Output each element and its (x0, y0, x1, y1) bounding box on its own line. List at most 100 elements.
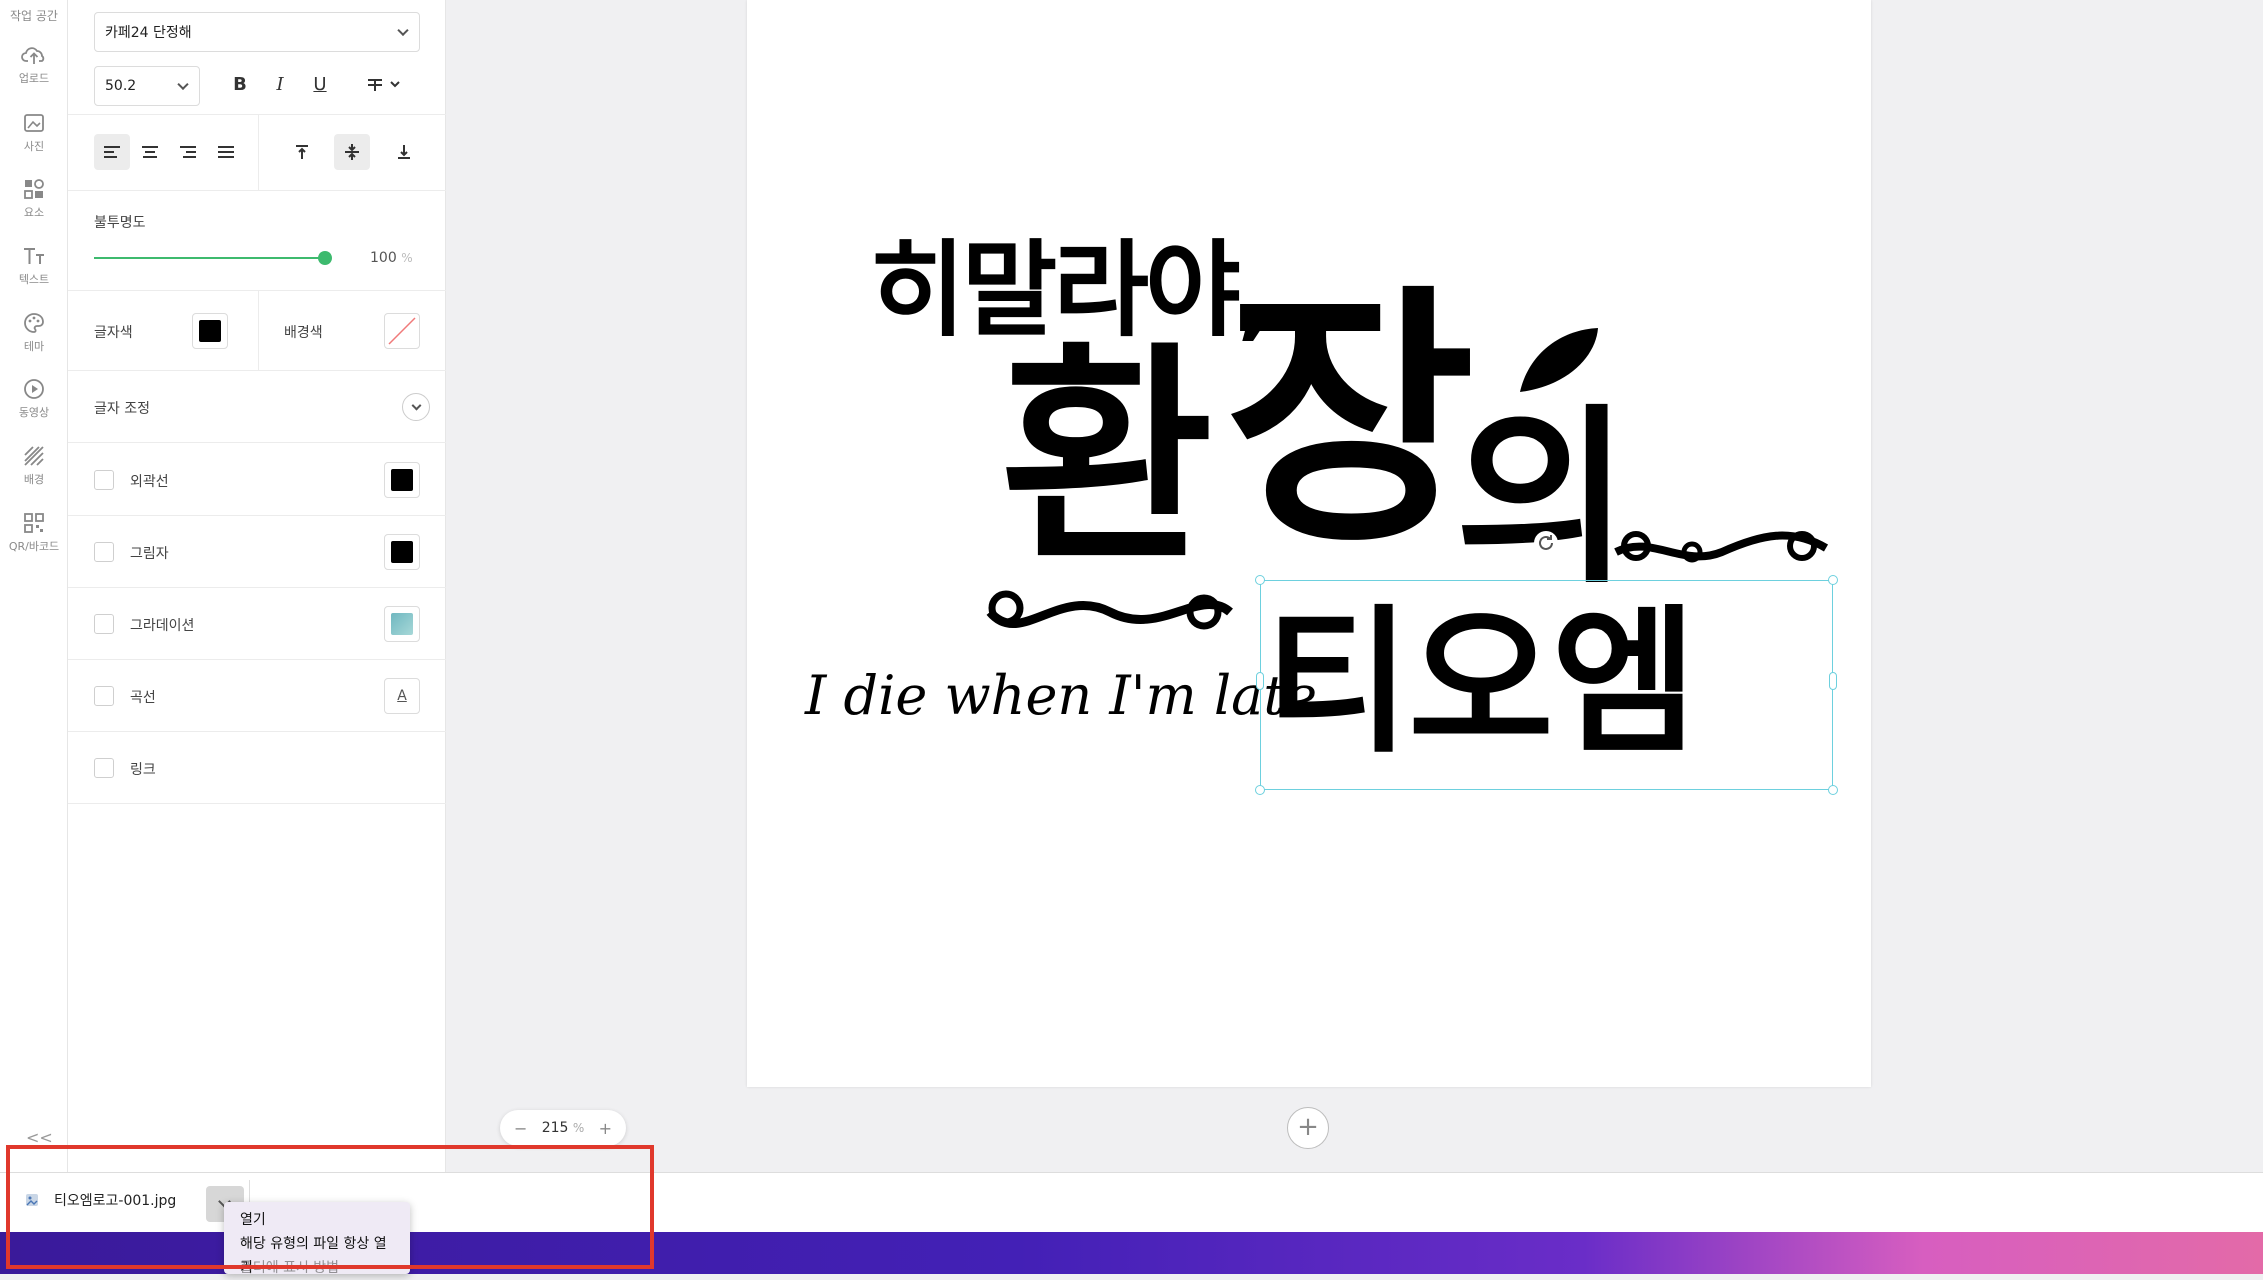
rail-item-theme[interactable]: 테마 (0, 312, 68, 372)
logo-text-jang[interactable]: 장 (1225, 286, 1475, 558)
curve-checkbox[interactable] (94, 686, 114, 706)
valign-bottom-button[interactable] (386, 134, 422, 170)
strikethrough-menu-button[interactable] (360, 66, 410, 102)
rail-label: QR/바코드 (8, 540, 60, 553)
shadow-color-fill (391, 541, 413, 563)
rail-item-elements[interactable]: 요소 (0, 178, 68, 238)
opacity-number: 100 (370, 250, 397, 266)
text-color-fill (199, 320, 221, 342)
rotate-handle-icon[interactable] (1533, 530, 1559, 556)
zoom-in-button[interactable]: + (599, 1119, 612, 1138)
opacity-slider-handle[interactable] (318, 251, 332, 265)
rail-item-upload[interactable]: 업로드 (0, 44, 68, 104)
shapes-icon (24, 179, 44, 199)
align-center-button[interactable] (132, 134, 168, 170)
gradient-checkbox[interactable] (94, 614, 114, 634)
align-justify-icon (218, 146, 234, 158)
shadow-color-swatch[interactable] (384, 534, 420, 570)
font-size-value: 50.2 (105, 78, 137, 94)
letter-adjust-label: 글자 조정 (94, 401, 150, 417)
chevron-down-icon (411, 400, 422, 411)
no-color-icon (388, 317, 416, 345)
font-family-select[interactable]: 카페24 단정해 (94, 12, 420, 52)
text-color-swatch[interactable] (192, 313, 228, 349)
text-color-label: 글자색 (94, 325, 133, 341)
font-family-value: 카페24 단정해 (105, 25, 192, 41)
rail-label: 테마 (23, 340, 45, 353)
left-tool-rail: 작업 공간 업로드 사진 요소 텍스트 테마 동영상 배경 QR/바코드 << (0, 0, 68, 1172)
flourish-ornament-icon (1614, 531, 1829, 563)
divider (68, 370, 446, 371)
resize-handle-bottom-left[interactable] (1255, 785, 1265, 795)
outline-color-fill (391, 469, 413, 491)
outline-color-swatch[interactable] (384, 462, 420, 498)
rail-label: 업로드 (18, 72, 50, 85)
rail-item-background[interactable]: 배경 (0, 445, 68, 505)
rail-item-text[interactable]: 텍스트 (0, 245, 68, 305)
qr-icon (24, 513, 44, 533)
valign-top-button[interactable] (284, 134, 320, 170)
rail-label: 요소 (23, 206, 45, 219)
selection-box[interactable] (1260, 580, 1833, 790)
divider (68, 803, 446, 804)
resize-handle-bottom-right[interactable] (1828, 785, 1838, 795)
rail-item-photo[interactable]: 사진 (0, 112, 68, 172)
outline-checkbox[interactable] (94, 470, 114, 490)
resize-handle-top-left[interactable] (1255, 575, 1265, 585)
bold-button[interactable]: B (222, 66, 258, 102)
add-page-button[interactable]: + (1287, 1107, 1329, 1149)
opacity-label: 불투명도 (94, 215, 146, 231)
curve-text-icon[interactable]: A (384, 678, 420, 714)
logo-text-ui[interactable]: 의 (1455, 404, 1630, 594)
underline-button[interactable]: U (302, 66, 338, 102)
italic-button[interactable]: I (262, 66, 298, 102)
divider (68, 515, 446, 516)
opacity-slider-track[interactable] (94, 251, 332, 265)
zoom-control: − 215 % + (500, 1110, 626, 1146)
divider (68, 114, 446, 115)
gradient-color-swatch[interactable] (384, 606, 420, 642)
logo-tagline[interactable]: I die when I'm late (805, 664, 1317, 727)
chevron-down-icon (177, 78, 189, 91)
logo-text-hwan[interactable]: 환 (1000, 342, 1213, 574)
font-size-select[interactable]: 50.2 (94, 66, 200, 106)
zoom-unit: % (572, 1121, 585, 1135)
resize-handle-right[interactable] (1829, 672, 1837, 690)
align-left-button[interactable] (94, 134, 130, 170)
divider (68, 190, 446, 191)
workspace-label: 작업 공간 (10, 9, 58, 23)
gradient-label: 그라데이션 (130, 618, 195, 634)
rail-item-qr[interactable]: QR/바코드 (0, 512, 68, 572)
divider (68, 659, 446, 660)
hatch-icon (24, 446, 44, 466)
resize-handle-top-right[interactable] (1828, 575, 1838, 585)
leaf-ornament-icon (1520, 328, 1598, 392)
opacity-slider-fill (94, 257, 325, 259)
align-right-button[interactable] (170, 134, 206, 170)
align-left-icon (104, 146, 120, 158)
zoom-out-button[interactable]: − (514, 1119, 527, 1138)
resize-handle-left[interactable] (1256, 672, 1264, 690)
letter-adjust-toggle[interactable] (402, 393, 430, 421)
text-icon (24, 248, 44, 264)
divider (68, 290, 446, 291)
highlight-annotation-box (6, 1145, 654, 1269)
text-options-icon (368, 79, 400, 91)
divider (68, 587, 446, 588)
bg-color-swatch[interactable] (384, 313, 420, 349)
rail-label: 배경 (23, 473, 45, 486)
align-justify-button[interactable] (208, 134, 244, 170)
align-right-icon (180, 146, 196, 158)
valign-middle-button[interactable] (334, 134, 370, 170)
link-checkbox[interactable] (94, 758, 114, 778)
divider (68, 442, 446, 443)
outline-label: 외곽선 (130, 474, 169, 490)
text-properties-panel: 카페24 단정해 50.2 B I U 불투명도 100 % 글자색 배경색 글… (68, 0, 446, 1172)
valign-middle-icon (345, 144, 359, 160)
zoom-number: 215 (541, 1120, 569, 1136)
shadow-checkbox[interactable] (94, 542, 114, 562)
opacity-value[interactable]: 100 % (370, 250, 413, 266)
gradient-color-fill (391, 613, 413, 635)
rail-item-video[interactable]: 동영상 (0, 378, 68, 438)
zoom-value[interactable]: 215 % (542, 1120, 585, 1136)
